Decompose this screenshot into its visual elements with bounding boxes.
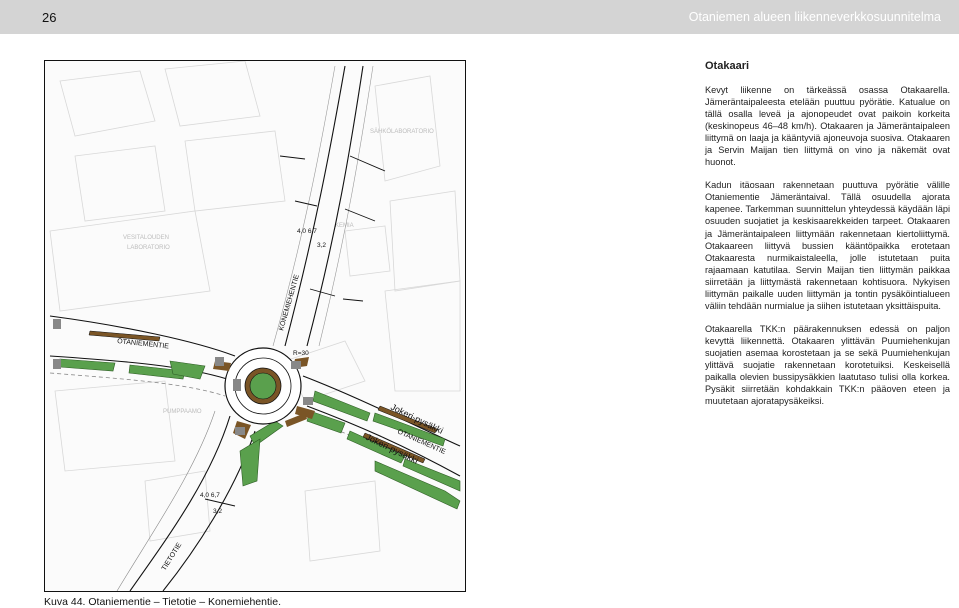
- street-label-otaniementie-west: OTANIEMENTIE: [117, 338, 170, 350]
- street-label-tietotie: TIETOTIE: [161, 541, 184, 572]
- connector-lines: [204, 155, 386, 507]
- dimension-north-widths: 4,0 6,7: [297, 228, 317, 235]
- dimension-north-extra: 3,2: [317, 242, 326, 249]
- tietotie-road: [116, 410, 256, 591]
- document-title: Otaniemen alueen liikenneverkkosuunnitel…: [688, 10, 941, 24]
- dimension-south-widths: 4,0 6,7: [200, 492, 220, 499]
- dimension-south-extra: 3,2: [213, 508, 222, 515]
- street-label-konemiehentie: KONEMIEHENTIE: [278, 274, 301, 332]
- paragraph-2: Kadun itäosaan rakennetaan puuttuva pyör…: [705, 180, 950, 311]
- bg-label-lab: VESITALOUDEN: [123, 235, 169, 241]
- page-number: 26: [42, 10, 57, 25]
- text-column: Otakaari Kevyt liikenne on tärkeässä osa…: [705, 60, 950, 418]
- paragraph-1: Kevyt liikenne on tärkeässä osassa Otaka…: [705, 85, 950, 168]
- bg-label-pumppaamo: PUMPPAAMO: [163, 409, 202, 415]
- paragraph-3: Otakaarella TKK:n päärakennuksen edessä …: [705, 323, 950, 407]
- figure-caption: Kuva 44. Otaniementie – Tietotie – Konem…: [44, 596, 281, 608]
- street-plan-drawing: VESITALOUDEN LABORATORIO SÄHKÖLABORATORI…: [49, 61, 461, 591]
- bg-label-lab2: LABORATORIO: [127, 245, 170, 251]
- background-buildings: [49, 61, 461, 562]
- dimension-roundabout-radius: R=30: [293, 350, 309, 357]
- bg-label-sahko: SÄHKÖLABORATORIO: [370, 128, 434, 135]
- section-title: Otakaari: [705, 60, 750, 72]
- street-plan-figure: VESITALOUDEN LABORATORIO SÄHKÖLABORATORI…: [44, 60, 466, 592]
- bg-label-kemia: KEMIA: [335, 223, 354, 229]
- otaniementie-west-road: [49, 315, 236, 397]
- page-header-bar: 26 Otaniemen alueen liikenneverkkosuunni…: [0, 0, 959, 34]
